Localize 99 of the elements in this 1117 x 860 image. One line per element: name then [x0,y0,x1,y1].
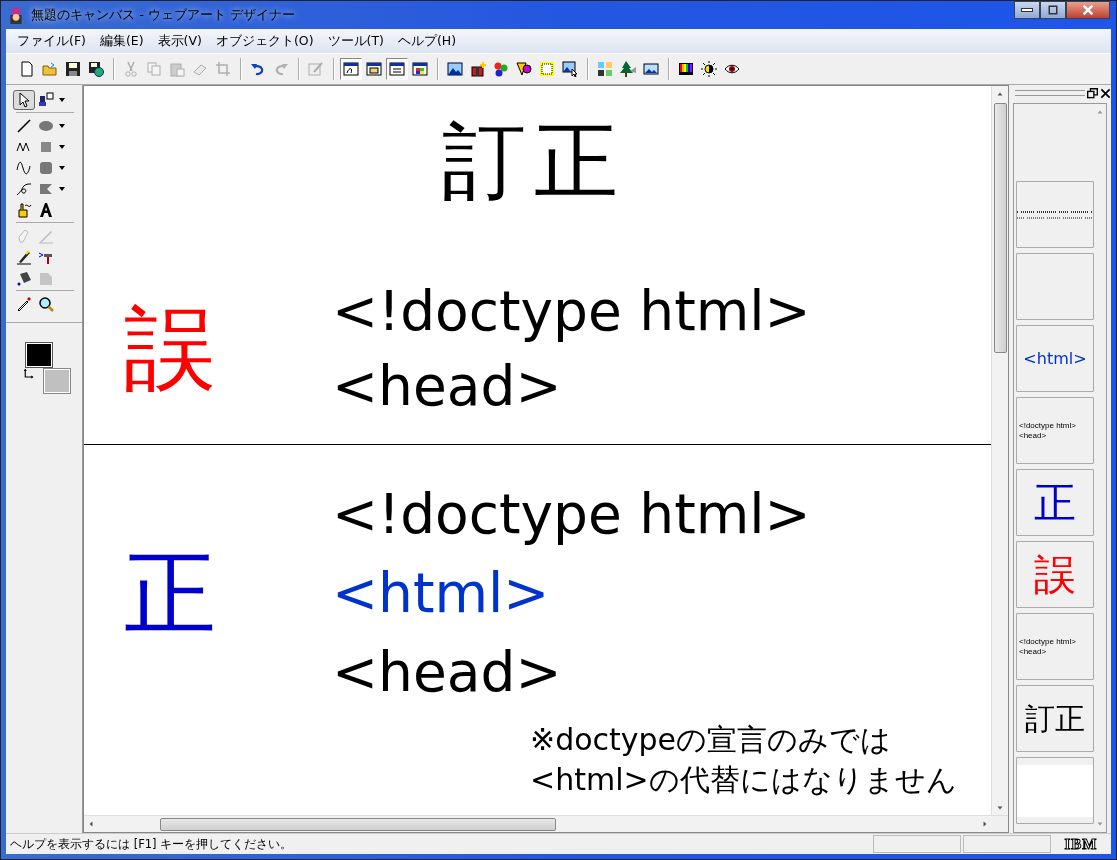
thumbnail-text: <!doctype html> [1018,420,1076,431]
close-icon [1100,87,1111,99]
thumbnail[interactable] [1016,181,1094,248]
new-file-icon [19,61,35,77]
color-bars-icon [678,61,694,77]
caret-icon[interactable] [58,96,66,103]
swap-arrows-icon [23,368,35,380]
window-layers-icon [389,61,405,77]
close-button[interactable] [1066,1,1110,19]
scroll-left-icon [87,820,95,828]
grid-pictures-icon [597,61,613,77]
menu-item[interactable]: 編集(E) [92,30,151,52]
rounded-square-icon [38,159,54,176]
code-line: <!doctype html> [332,278,811,345]
mountain-picture-icon [447,61,463,77]
scroll-down-icon [1096,820,1104,828]
thumbnail[interactable]: <!doctype html> <head> [1016,613,1094,680]
menu-item[interactable]: ヘルプ(H) [390,30,464,52]
dotted-frame-icon [539,61,555,77]
undo-icon [250,61,266,77]
background-color-swatch[interactable] [44,369,70,393]
canvas-glyph: 誤 [123,303,217,395]
scroll-up-icon [1096,108,1104,116]
gift-box-icon [470,61,486,77]
thumbnail-text: <head> [1018,646,1047,657]
tree-icon [620,61,636,77]
thumbnail[interactable]: 正 [1016,469,1094,536]
caret-icon[interactable] [58,185,66,192]
clipboard-icon [169,61,185,77]
window-curve-icon [343,61,359,77]
foreground-color-swatch[interactable] [26,343,52,367]
shapes-icon [516,61,532,77]
brush-icon [16,248,32,265]
thumbnail-text: 誤 [1034,553,1076,596]
horizontal-scrollbar[interactable] [84,815,1008,832]
toolbar-button[interactable] [340,58,362,80]
vertical-scrollbar[interactable] [991,86,1008,815]
redo-icon [273,61,289,77]
loop-icon [16,180,32,197]
thumbnail-text: 正 [1034,481,1076,524]
thumbnail-text: <head> [1018,430,1047,441]
menu-item[interactable]: ツール(T) [320,30,391,52]
minimize-icon [1021,8,1033,12]
toolbar-button[interactable] [386,58,408,80]
picture-cursor-icon [562,61,578,77]
status-text: ヘルプを表示するには [F1] キーを押してください。 [9,836,294,852]
pencil-frame-icon [308,61,324,77]
menu-item[interactable]: 表示(V) [150,30,209,52]
maximize-icon [1047,4,1059,16]
arrow-icon [16,91,32,108]
copy-icon [146,61,162,77]
hand-icon [16,201,32,218]
caret-icon[interactable] [58,164,66,171]
window-colors-icon [412,61,428,77]
code-line: <head> [332,639,563,706]
panel-grip[interactable] [1015,90,1085,96]
thumbnail-text: <html> [1023,349,1087,368]
folder-icon [42,61,58,77]
canvas-glyph: 正 [123,547,217,640]
code-line: <html> [332,560,551,627]
magnifier-icon [38,295,54,312]
wave-icon [16,159,32,176]
menu-item[interactable]: オブジェクト(O) [208,30,321,52]
crop-icon [215,61,231,77]
thumbnail-text: 訂正 [1025,703,1085,734]
thumbnail[interactable] [1016,253,1094,320]
note-text: ※doctypeの宣言のみでは <html>の代替にはなりません [530,721,958,799]
restore-icon [1087,87,1098,99]
thumbnail-text: <!doctype html> [1018,636,1076,647]
scroll-right-icon [981,820,989,828]
code-line: <!doctype html> [332,481,811,548]
fill-roller-icon [16,269,32,286]
floppy-globe-icon [88,61,104,77]
close-icon [1081,3,1095,17]
thumbnail[interactable]: <html> [1016,325,1094,392]
minimize-button[interactable] [1014,1,1040,19]
letter-a-icon [38,201,54,218]
thumbnail[interactable]: <!doctype html> <head> [1016,397,1094,464]
thumbnail[interactable]: 訂正 [1016,685,1094,752]
caret-icon[interactable] [58,143,66,150]
thumbnail[interactable] [1016,757,1094,824]
floppy-icon [65,61,81,77]
caret-icon[interactable] [58,122,66,129]
stamp-icon [38,91,54,108]
app-icon [7,6,25,24]
tool-button[interactable] [13,89,35,110]
canvas-title: 訂正 [440,111,627,212]
thumbnail[interactable]: 誤 [1016,541,1094,608]
code-line: <head> [332,353,563,420]
toolbar-button[interactable] [698,58,720,80]
menu-item[interactable]: ファイル(F) [10,30,93,52]
picture-icon [643,61,659,77]
window-folder-icon [366,61,382,77]
sun-icon [701,61,717,77]
maximize-button[interactable] [1040,1,1066,19]
eyedropper-icon [16,295,32,312]
window-title: 無題のキャンバス - ウェブアート デザイナー [31,6,296,24]
line-icon [16,117,32,134]
scissors-icon [123,61,139,77]
